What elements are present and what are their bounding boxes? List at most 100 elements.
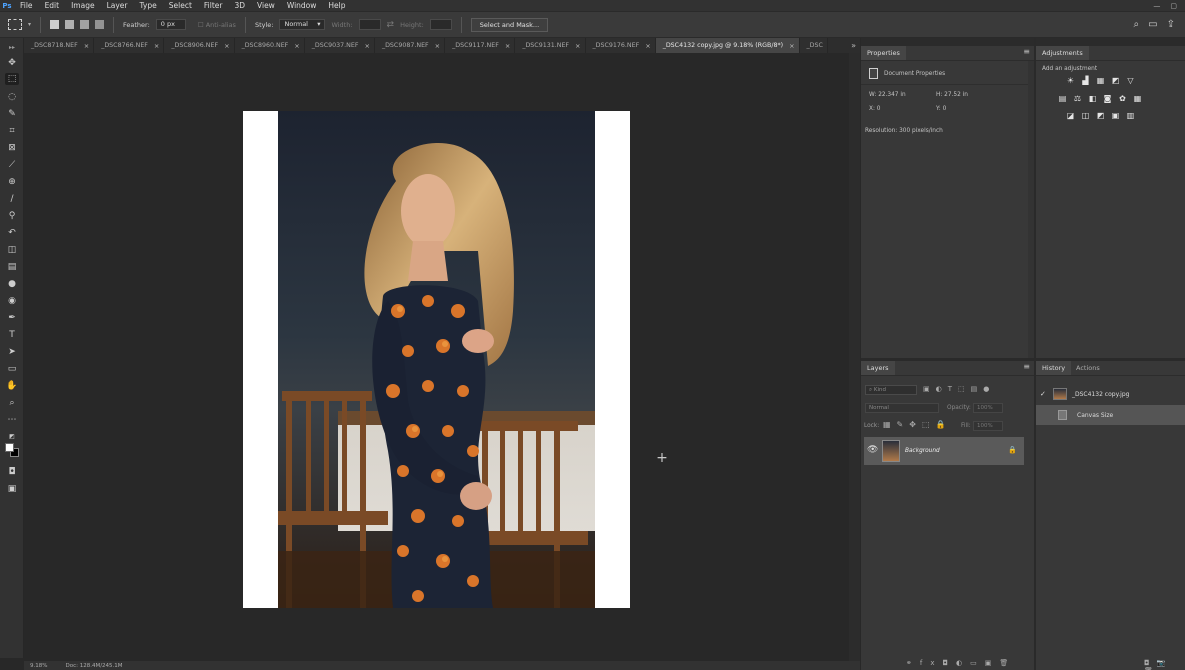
quick-selection-tool-icon[interactable]: ✎: [5, 108, 19, 120]
tab-properties[interactable]: Properties: [861, 46, 906, 60]
close-icon[interactable]: ×: [505, 42, 510, 50]
menu-select[interactable]: Select: [163, 1, 198, 10]
more-tools-icon[interactable]: ⋯: [5, 414, 19, 426]
posterize-icon[interactable]: ◫: [1081, 112, 1090, 120]
screen-mode-icon[interactable]: ▣: [5, 483, 19, 495]
history-footer-icons[interactable]: ◘📷🗑: [1144, 659, 1185, 670]
document-tab[interactable]: _DSC8906.NEF ×: [164, 38, 235, 53]
document-size[interactable]: Doc: 128.4M/245.1M: [65, 663, 122, 669]
tab-actions[interactable]: Actions: [1070, 361, 1106, 375]
menu-3d[interactable]: 3D: [228, 1, 251, 10]
document-tab[interactable]: _DSC9037.NEF ×: [304, 38, 375, 53]
close-icon[interactable]: ×: [364, 42, 369, 50]
layer-filter-icons[interactable]: ▣◐T⬚▤●: [923, 385, 995, 393]
search-icon[interactable]: ⌕: [1134, 19, 1140, 30]
close-icon[interactable]: ×: [575, 42, 580, 50]
style-select[interactable]: Normal ▾: [279, 19, 326, 30]
levels-icon[interactable]: ▟: [1081, 77, 1090, 85]
share-icon[interactable]: ⇪: [1167, 19, 1175, 30]
panel-menu-icon[interactable]: ≡: [1023, 362, 1030, 371]
photo-filter-icon[interactable]: ◙: [1103, 95, 1112, 103]
document-tab[interactable]: _DSC8718.NEF ×: [24, 38, 95, 53]
document-tab[interactable]: _DSC8766.NEF ×: [94, 38, 165, 53]
tab-adjustments[interactable]: Adjustments: [1036, 46, 1089, 60]
document-tab[interactable]: _DSC9117.NEF ×: [445, 38, 516, 53]
dodge-tool-icon[interactable]: ◉: [5, 295, 19, 307]
vibrance-icon[interactable]: ▽: [1126, 77, 1135, 85]
menu-layer[interactable]: Layer: [101, 1, 134, 10]
workspace-icon[interactable]: ▭: [1148, 19, 1157, 30]
blur-tool-icon[interactable]: ●: [5, 278, 19, 290]
move-tool-icon[interactable]: ✥: [5, 57, 19, 69]
new-selection-icon[interactable]: [50, 20, 60, 29]
zoom-tool-icon[interactable]: ⌕: [5, 397, 19, 409]
maximize-button[interactable]: ▢: [1170, 2, 1177, 10]
zoom-level[interactable]: 9.18%: [30, 663, 47, 669]
exposure-icon[interactable]: ◩: [1111, 77, 1120, 85]
lock-icons[interactable]: ▦✎✥⬚🔒: [883, 420, 951, 429]
width-readout[interactable]: W: 22.347 in: [869, 92, 906, 98]
crop-tool-icon[interactable]: ⌗: [5, 125, 19, 137]
pen-tool-icon[interactable]: ✒: [5, 312, 19, 324]
default-colors-icon[interactable]: ◩: [5, 430, 19, 442]
close-icon[interactable]: ×: [294, 42, 299, 50]
history-brush-source-icon[interactable]: ✓: [1040, 390, 1050, 398]
more-tabs-icon[interactable]: »: [851, 38, 860, 53]
antialias-checkbox[interactable]: ☐ Anti-alias: [198, 21, 236, 29]
document-tab-active[interactable]: _DSC4132 copy.jpg @ 9.18% (RGB/8*) ×: [655, 38, 800, 53]
selective-color-icon[interactable]: ▥: [1126, 112, 1135, 120]
menu-help[interactable]: Help: [322, 1, 351, 10]
history-brush-tool-icon[interactable]: ↶: [5, 227, 19, 239]
brush-tool-icon[interactable]: ∕: [5, 193, 19, 205]
channel-mixer-icon[interactable]: ✿: [1118, 95, 1127, 103]
vertical-scrollbar[interactable]: [849, 53, 860, 661]
hand-tool-icon[interactable]: ✋: [5, 380, 19, 392]
document-tab[interactable]: _DSC9087.NEF ×: [374, 38, 446, 53]
menu-window[interactable]: Window: [281, 1, 323, 10]
select-and-mask-button[interactable]: Select and Mask...: [470, 17, 549, 32]
foreground-color-swatch[interactable]: [5, 443, 14, 452]
color-balance-icon[interactable]: ⚖: [1073, 95, 1082, 103]
layer-filter-input[interactable]: ⌕ Kind: [865, 385, 917, 395]
gradient-map-icon[interactable]: ▣: [1111, 112, 1120, 120]
gradient-tool-icon[interactable]: ▤: [5, 261, 19, 273]
document-tab[interactable]: _DSC8960.NEF ×: [234, 38, 305, 53]
close-icon[interactable]: ×: [84, 42, 89, 50]
black-white-icon[interactable]: ◧: [1088, 95, 1097, 103]
tab-layers[interactable]: Layers: [861, 361, 895, 375]
height-readout[interactable]: H: 27.52 in: [936, 92, 968, 98]
canvas-area[interactable]: +: [24, 53, 848, 661]
tab-history[interactable]: History: [1036, 361, 1072, 375]
swap-icon[interactable]: ⇄: [387, 20, 395, 30]
eyedropper-tool-icon[interactable]: ⟋: [5, 159, 19, 171]
close-icon[interactable]: ×: [154, 42, 159, 50]
close-icon[interactable]: ×: [645, 42, 650, 50]
document-tab[interactable]: _DSC9176.NEF ×: [585, 38, 656, 53]
add-selection-icon[interactable]: [65, 20, 75, 29]
width-input[interactable]: [358, 19, 381, 30]
blend-mode-select[interactable]: Normal: [865, 403, 939, 413]
menu-edit[interactable]: Edit: [39, 1, 66, 10]
type-tool-icon[interactable]: T: [5, 329, 19, 341]
marquee-preset-icon[interactable]: [8, 19, 22, 30]
invert-icon[interactable]: ◪: [1066, 112, 1075, 120]
minimize-button[interactable]: —: [1153, 2, 1160, 10]
layer-name[interactable]: Background: [905, 448, 940, 454]
history-state[interactable]: Canvas Size: [1036, 405, 1185, 425]
feather-input[interactable]: 0 px: [155, 19, 186, 30]
menu-view[interactable]: View: [251, 1, 281, 10]
menu-file[interactable]: File: [14, 1, 39, 10]
close-icon[interactable]: ×: [789, 42, 794, 50]
menu-filter[interactable]: Filter: [198, 1, 229, 10]
hue-saturation-icon[interactable]: ▤: [1058, 95, 1067, 103]
threshold-icon[interactable]: ◩: [1096, 112, 1105, 120]
chevron-down-icon[interactable]: ▾: [28, 21, 31, 28]
curves-icon[interactable]: ▦: [1096, 77, 1105, 85]
eye-icon[interactable]: 👁: [867, 445, 878, 455]
properties-scrollbar[interactable]: [1028, 61, 1034, 358]
menu-type[interactable]: Type: [134, 1, 163, 10]
fill-input[interactable]: 100%: [973, 421, 1003, 431]
path-selection-tool-icon[interactable]: ➤: [5, 346, 19, 358]
document-canvas[interactable]: [243, 111, 630, 608]
lasso-tool-icon[interactable]: ◌: [5, 91, 19, 103]
